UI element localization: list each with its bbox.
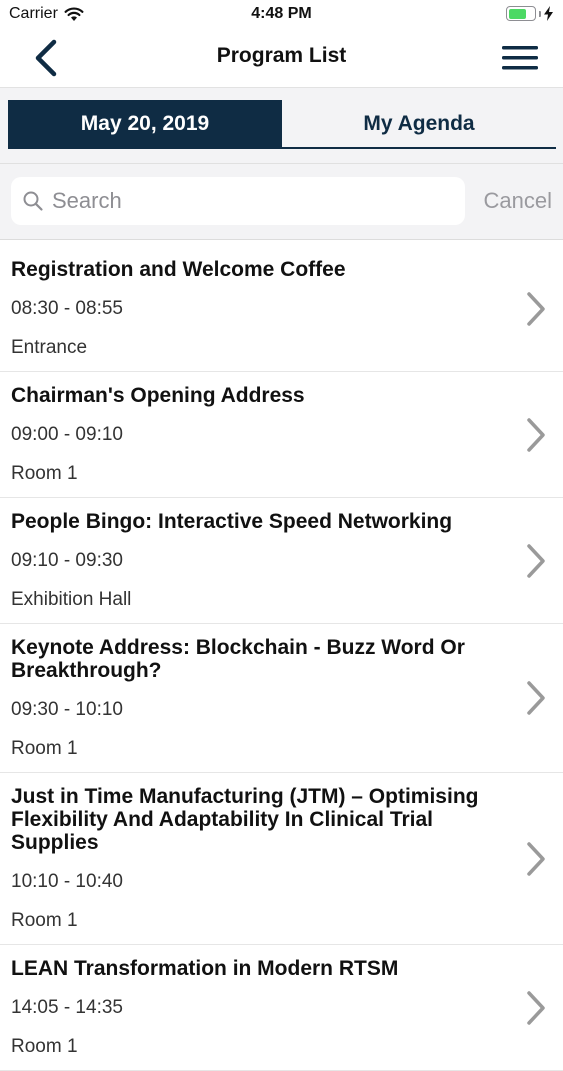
search-icon bbox=[23, 191, 43, 211]
tab-my-agenda[interactable]: My Agenda bbox=[282, 100, 556, 147]
chevron-right-icon bbox=[527, 543, 545, 578]
session-time: 08:30 - 08:55 bbox=[11, 298, 123, 319]
navigation-bar: Program List bbox=[0, 30, 563, 88]
session-room: Room 1 bbox=[11, 1036, 78, 1057]
session-time: 09:10 - 09:30 bbox=[11, 550, 123, 571]
battery-cap bbox=[539, 10, 541, 17]
search-bar: Cancel bbox=[0, 164, 563, 240]
session-title: Just in Time Manufacturing (JTM) – Optim… bbox=[11, 785, 479, 854]
battery-icon bbox=[506, 6, 536, 21]
session-time: 09:30 - 10:10 bbox=[11, 699, 123, 720]
cancel-button[interactable]: Cancel bbox=[484, 188, 552, 214]
session-room: Entrance bbox=[11, 337, 88, 358]
session-row[interactable]: Chairman's Opening Address 09:00 - 09:10 R… bbox=[0, 372, 563, 498]
session-room: Room 1 bbox=[11, 910, 78, 931]
session-list: Registration and Welcome Coffee 08:30 - 0… bbox=[0, 246, 563, 1071]
session-time: 10:10 - 10:40 bbox=[11, 871, 123, 892]
hamburger-menu-icon[interactable] bbox=[501, 43, 539, 73]
chevron-right-icon bbox=[527, 417, 545, 452]
session-row[interactable]: Keynote Address: Blockchain - Buzz Word … bbox=[0, 624, 563, 773]
charging-bolt-icon bbox=[544, 6, 553, 21]
date-tab-bar: May 20, 2019 My Agenda bbox=[0, 88, 563, 164]
status-bar: Carrier 4:48 PM bbox=[0, 0, 563, 30]
chevron-right-icon bbox=[527, 681, 545, 715]
tab-date[interactable]: May 20, 2019 bbox=[8, 100, 282, 147]
session-room: Room 1 bbox=[11, 463, 78, 484]
session-row[interactable]: Just in Time Manufacturing (JTM) – Optim… bbox=[0, 773, 563, 945]
session-title: LEAN Transformation in Modern RTSM bbox=[11, 957, 399, 980]
battery-indicator bbox=[506, 6, 553, 21]
session-room: Room 1 bbox=[11, 738, 78, 759]
chevron-right-icon bbox=[527, 841, 545, 876]
search-input[interactable] bbox=[52, 188, 452, 214]
session-row[interactable]: People Bingo: Interactive Speed Networki… bbox=[0, 498, 563, 624]
search-field[interactable] bbox=[11, 177, 465, 225]
session-title: People Bingo: Interactive Speed Networki… bbox=[11, 510, 453, 533]
session-row[interactable]: LEAN Transformation in Modern RTSM 14:05 … bbox=[0, 945, 563, 1071]
session-title: Chairman's Opening Address bbox=[11, 384, 305, 407]
status-time: 4:48 PM bbox=[251, 5, 312, 22]
session-time: 09:00 - 09:10 bbox=[11, 424, 123, 445]
session-row[interactable]: Registration and Welcome Coffee 08:30 - 0… bbox=[0, 246, 563, 372]
chevron-right-icon bbox=[527, 291, 545, 326]
session-room: Exhibition Hall bbox=[11, 589, 132, 610]
battery-level bbox=[508, 8, 526, 19]
segmented-control: May 20, 2019 My Agenda bbox=[8, 100, 556, 149]
page-title: Program List bbox=[216, 44, 347, 67]
session-title: Registration and Welcome Coffee bbox=[11, 258, 346, 281]
session-title: Keynote Address: Blockchain - Buzz Word … bbox=[11, 636, 465, 682]
chevron-right-icon bbox=[527, 990, 545, 1025]
session-time: 14:05 - 14:35 bbox=[11, 997, 123, 1018]
